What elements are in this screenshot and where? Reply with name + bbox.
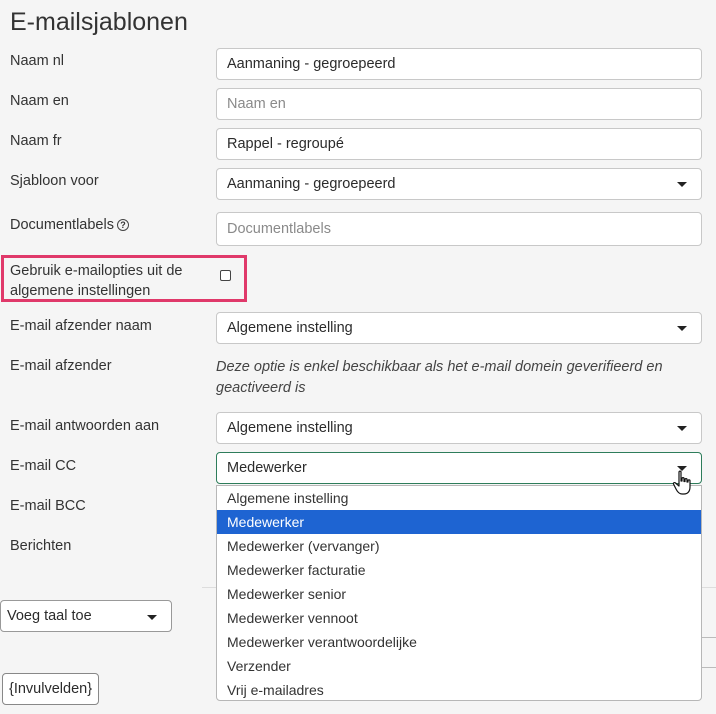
sender-note-line2: geactiveerd is [216, 380, 306, 396]
name-nl-label: Naam nl [10, 53, 64, 69]
chevron-down-icon [147, 615, 157, 620]
reply-to-label: E-mail antwoorden aan [10, 418, 160, 434]
template-for-select[interactable]: Aanmaning - gegroepeerd [216, 168, 702, 200]
messages-label: Berichten [10, 538, 72, 554]
cc-value: Medewerker [227, 460, 307, 476]
cc-select[interactable]: Medewerker [216, 452, 702, 484]
fields-button[interactable]: {Invulvelden} [2, 673, 100, 705]
sender-name-select[interactable]: Algemene instelling [216, 312, 702, 344]
name-en-label: Naam en [10, 93, 69, 109]
document-labels-input[interactable]: Documentlabels [216, 212, 702, 246]
name-en-input[interactable]: Naam en [216, 88, 702, 120]
cc-label: E-mail CC [10, 458, 77, 474]
divider [700, 637, 716, 638]
document-labels-label-text: Documentlabels [10, 217, 114, 233]
hand-cursor-icon [672, 470, 691, 495]
divider [700, 667, 716, 668]
sender-note-line1: Deze optie is enkel beschikbaar als het … [216, 359, 663, 375]
page-title: E-mailsjablonen [10, 8, 188, 36]
cc-dropdown-list[interactable]: Algemene instelling Medewerker Medewerke… [216, 485, 702, 701]
use-general-label-line1: Gebruik e-mailopties uit de [10, 263, 183, 279]
use-general-label-line2: algemene instellingen [10, 283, 151, 299]
template-for-label: Sjabloon voor [10, 173, 99, 189]
sender-label: E-mail afzender [10, 358, 112, 374]
dropdown-option[interactable]: Algemene instelling [217, 486, 701, 510]
reply-to-select[interactable]: Algemene instelling [216, 412, 702, 444]
add-language-label: Voeg taal toe [7, 608, 92, 624]
name-fr-label: Naam fr [10, 133, 62, 149]
bcc-label: E-mail BCC [10, 498, 86, 514]
add-language-select[interactable]: Voeg taal toe [0, 600, 172, 632]
chevron-down-icon [677, 182, 687, 187]
name-nl-input[interactable]: Aanmaning - gegroepeerd [216, 48, 702, 80]
help-icon[interactable]: ? [116, 219, 129, 231]
dropdown-option-selected[interactable]: Medewerker [217, 510, 701, 534]
use-general-label: Gebruik e-mailopties uit de algemene ins… [10, 261, 182, 301]
dropdown-option[interactable]: Medewerker facturatie [217, 558, 701, 582]
sender-name-value: Algemene instelling [227, 320, 353, 336]
template-for-value: Aanmaning - gegroepeerd [227, 176, 396, 192]
reply-to-value: Algemene instelling [227, 420, 353, 436]
dropdown-option[interactable]: Medewerker vennoot [217, 606, 701, 630]
dropdown-option[interactable]: Medewerker senior [217, 582, 701, 606]
dropdown-option[interactable]: Medewerker verantwoordelijke [217, 630, 701, 654]
sender-name-label: E-mail afzender naam [10, 318, 152, 334]
name-fr-input[interactable]: Rappel - regroupé [216, 128, 702, 160]
dropdown-option[interactable]: Vrij e-mailadres [217, 678, 701, 702]
dropdown-option[interactable]: Verzender [217, 654, 701, 678]
dropdown-option[interactable]: Medewerker (vervanger) [217, 534, 701, 558]
sender-note: Deze optie is enkel beschikbaar als het … [216, 357, 696, 399]
use-general-checkbox[interactable] [220, 270, 231, 281]
chevron-down-icon [677, 326, 687, 331]
chevron-down-icon [677, 426, 687, 431]
document-labels-label: Documentlabels? [10, 217, 129, 233]
